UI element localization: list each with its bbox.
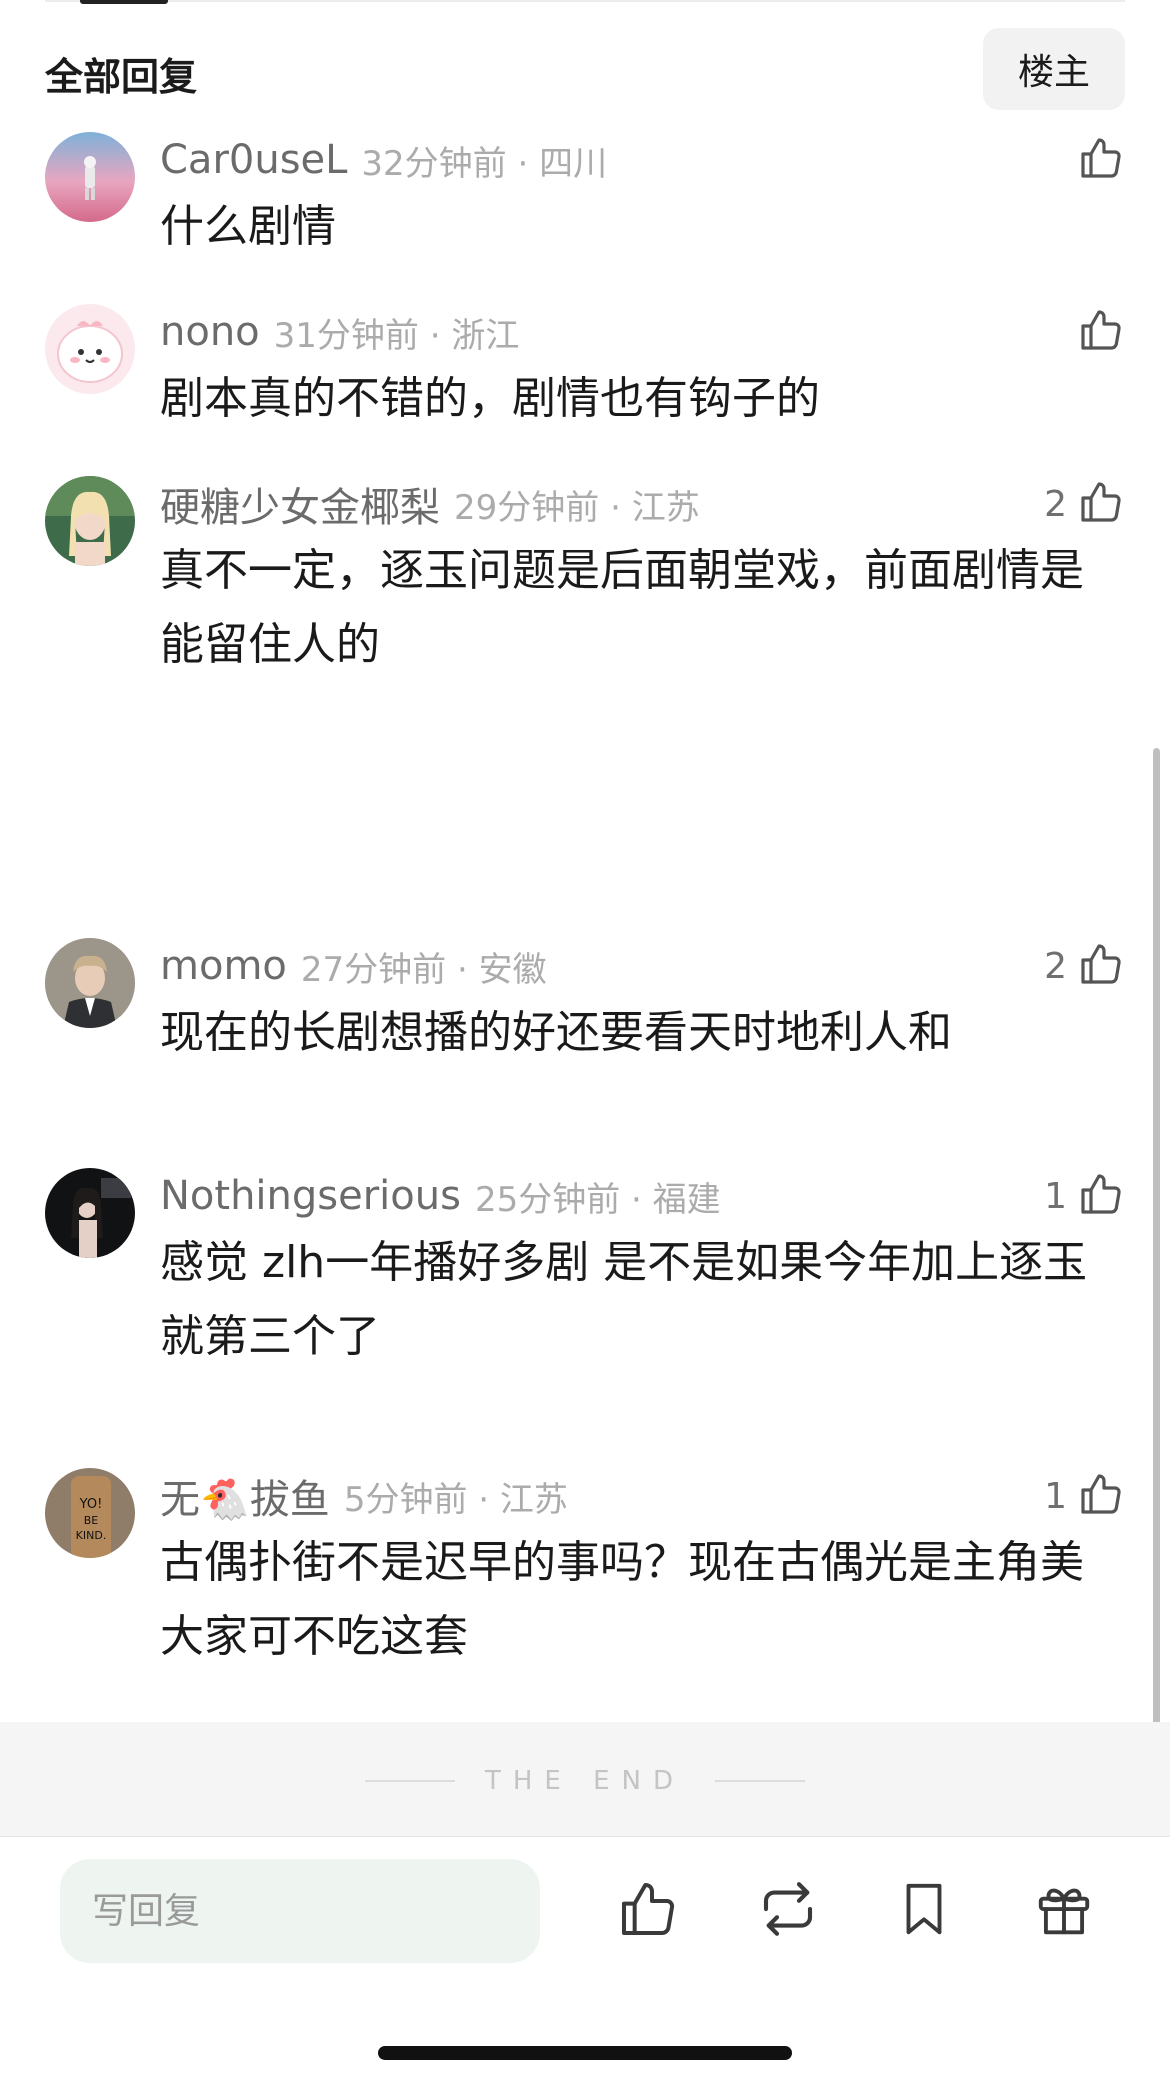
avatar[interactable]: YO! BE KIND. — [45, 1468, 135, 1558]
like-count: 1 — [1044, 1175, 1067, 1217]
like-button[interactable]: 2 — [1044, 938, 1125, 994]
op-only-button[interactable]: 楼主 — [983, 28, 1125, 110]
active-tab-indicator — [80, 0, 168, 4]
username[interactable]: 硬糖少女金椰梨 — [160, 475, 440, 533]
like-button[interactable] — [1067, 132, 1125, 188]
thumbs-up-icon — [1077, 1470, 1125, 1522]
home-indicator — [378, 2046, 792, 2060]
avatar[interactable] — [45, 1168, 135, 1258]
gift-icon — [1033, 1878, 1095, 1944]
comment-text: 古偶扑街不是迟早的事吗？现在古偶光是主角美大家可不吃这套 — [160, 1537, 1084, 1662]
reply-input[interactable] — [60, 1859, 540, 1963]
username[interactable]: Nothingserious — [160, 1173, 461, 1219]
comment-text: 什么剧情 — [160, 201, 336, 252]
time-location: 32分钟前 · 四川 — [361, 143, 608, 184]
thumbs-up-icon — [616, 1877, 680, 1945]
thumbs-up-icon — [1077, 1170, 1125, 1222]
comment-text: 感觉 zlh一年播好多剧 是不是如果今年加上逐玉就第三个了 — [160, 1237, 1088, 1362]
username[interactable]: 无🐔拔鱼 — [160, 1467, 330, 1525]
comment-text: 剧本真的不错的，剧情也有钩子的 — [160, 373, 820, 424]
avatar[interactable] — [45, 476, 135, 566]
thumbs-up-icon — [1077, 134, 1125, 186]
like-button[interactable] — [1067, 304, 1125, 360]
username[interactable]: Car0useL — [160, 137, 347, 183]
svg-text:YO!: YO! — [79, 1497, 103, 1512]
like-post-button[interactable] — [612, 1875, 684, 1947]
top-divider — [45, 0, 1125, 2]
comment-text: 现在的长剧想播的好还要看天时地利人和 — [160, 1007, 952, 1058]
like-button[interactable]: 1 — [1044, 1468, 1125, 1524]
favorite-button[interactable] — [888, 1875, 960, 1947]
avatar[interactable] — [45, 132, 135, 222]
end-divider-right — [715, 1780, 806, 1782]
replies-header: 全部回复 楼主 — [45, 26, 1125, 112]
time-location: 29分钟前 · 江苏 — [454, 487, 700, 528]
comment-text: 真不一定，逐玉问题是后面朝堂戏，前面剧情是能留住人的 — [160, 545, 1084, 670]
gift-button[interactable] — [1028, 1875, 1100, 1947]
like-count: 1 — [1044, 1475, 1067, 1517]
like-button[interactable]: 1 — [1044, 1168, 1125, 1224]
all-replies-title: 全部回复 — [45, 55, 198, 99]
avatar[interactable] — [45, 938, 135, 1028]
scrollbar[interactable] — [1153, 748, 1160, 1806]
time-location: 5分钟前 · 江苏 — [343, 1479, 568, 1520]
time-location: 25分钟前 · 福建 — [474, 1179, 721, 1220]
avatar[interactable] — [45, 304, 135, 394]
time-location: 27分钟前 · 安徽 — [300, 949, 547, 990]
bookmark-icon — [893, 1878, 955, 1944]
thumbs-up-icon — [1077, 306, 1125, 358]
like-count: 2 — [1044, 945, 1067, 987]
thumbs-up-icon — [1077, 940, 1125, 992]
end-label: THE END — [484, 1766, 686, 1796]
like-count: 2 — [1044, 483, 1067, 525]
like-button[interactable]: 2 — [1044, 476, 1125, 532]
svg-text:KIND.: KIND. — [76, 1529, 107, 1542]
thumbs-up-icon — [1077, 478, 1125, 530]
username[interactable]: momo — [160, 943, 287, 989]
end-of-list: THE END — [0, 1722, 1170, 1836]
repost-button[interactable] — [752, 1875, 824, 1947]
username[interactable]: nono — [160, 309, 260, 355]
end-divider-left — [364, 1780, 455, 1782]
repost-icon — [755, 1876, 821, 1946]
svg-text:BE: BE — [84, 1514, 99, 1527]
time-location: 31分钟前 · 浙江 — [273, 315, 520, 356]
